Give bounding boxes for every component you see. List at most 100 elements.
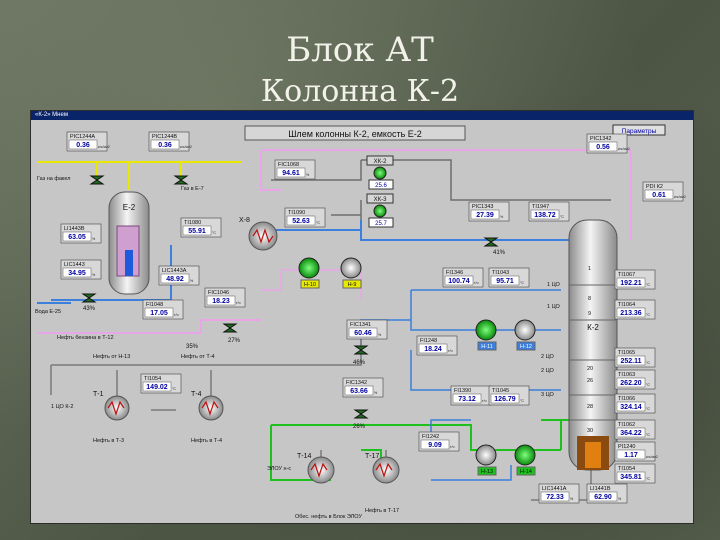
stream-label: Газ на факел (37, 176, 70, 182)
instrument-value: 63.05 (68, 234, 86, 241)
instrument-pic1244b[interactable]: PIC1244B 0.36 кгс/см2 (148, 131, 192, 152)
instrument-ti1043[interactable]: TI1043 95.71 °C (488, 267, 530, 288)
instrument-fi1242[interactable]: FI1242 9.09 т/ч (418, 431, 460, 452)
pump-n9[interactable]: Н-9 (340, 257, 362, 289)
xk2-value: 25.6 (375, 183, 387, 189)
instrument-value: 48.92 (166, 276, 184, 283)
instrument-pic1342[interactable]: PIC1342 0.56 кгс/см2 (586, 133, 630, 154)
vessel-e2[interactable]: Е-2 (108, 191, 150, 295)
instrument-tag: PDI К2 (646, 184, 663, 190)
instrument-fi1248[interactable]: FI1248 18.24 т/ч (416, 335, 458, 356)
instrument-value: 63.66 (350, 388, 368, 395)
instrument-value: 192.21 (620, 280, 642, 287)
valve[interactable] (483, 237, 499, 247)
valve[interactable] (89, 175, 105, 185)
instrument-tag: FIC1046 (208, 290, 229, 296)
exchanger-x8[interactable]: Х-8 (239, 217, 278, 251)
instrument-value: 55.91 (188, 228, 206, 235)
pump-n9-label: Н-9 (348, 282, 357, 288)
instrument-pdi1k2[interactable]: PDI К2 0.61 кгс/см2 (642, 181, 686, 202)
scada-window[interactable]: «К-2» Мнем Шлем колонны К-2, емкость Е-2… (30, 110, 694, 524)
instrument-tag: PI1240 (618, 444, 635, 450)
instrument-lic1443[interactable]: LIC144334.95% (60, 259, 102, 280)
slide-title: Блок АТ (286, 30, 434, 70)
instrument-ti1054[interactable]: TI1054 149.02 °C (140, 373, 182, 394)
instrument-ti1947[interactable]: TI1947 138.72 °C (528, 201, 570, 222)
xk3-value: 25.7 (375, 221, 387, 227)
instrument-fic1068[interactable]: FIC106894.61% (274, 159, 316, 180)
instrument-ti1066[interactable]: TI1066 324.14 °C (614, 393, 656, 414)
instrument-value: 17.05 (150, 310, 168, 317)
tray-number: 1 (588, 266, 591, 272)
instrument-value: 324.14 (620, 404, 642, 411)
instrument-tag: TI1947 (532, 204, 549, 210)
exchanger-t4-label: Т-4 (191, 391, 202, 398)
exchanger-t1[interactable]: Т-1 (93, 391, 130, 421)
valve-position: 43% (83, 306, 96, 312)
instrument-tag: LIC1443 (64, 262, 85, 268)
stream-label: ЭЛОУ н-с (267, 466, 291, 472)
instrument-unit: °C (172, 387, 176, 391)
valve[interactable] (173, 175, 189, 185)
instrument-lic1441a[interactable]: LIC1441A72.33% (538, 483, 580, 504)
instrument-ti1067[interactable]: TI1067 192.21 °C (614, 269, 656, 290)
column-k2[interactable]: К-2 1 8 9 20 26 28 30 (568, 219, 618, 471)
stream-label: Газ в Е-7 (181, 186, 204, 192)
instrument-lic1443a[interactable]: LIC1443A48.92% (158, 265, 200, 286)
instrument-tag: PIC1244B (152, 134, 177, 140)
instrument-value: 126.79 (494, 396, 516, 403)
instrument-fi1048[interactable]: FI1048 17.05 т/ч (142, 299, 184, 320)
exchanger-t4[interactable]: Т-4 (191, 391, 224, 421)
instrument-ti1090[interactable]: TI1090 52.63 °C (284, 207, 326, 228)
instrument-ti1062[interactable]: TI1062 364.22 °C (614, 419, 656, 440)
instrument-unit: °C (316, 221, 320, 225)
instrument-fi1390[interactable]: FI1390 73.12 т/ч (450, 385, 492, 406)
pump-n11[interactable]: Н-11 (475, 319, 497, 351)
instrument-pic1244a[interactable]: PIC1244A 0.36 кгс/см2 (66, 131, 110, 152)
pump-n13[interactable]: Н-13 (475, 444, 497, 476)
tray-number: 9 (588, 311, 591, 317)
pump-n10[interactable]: Н-10 (298, 257, 320, 289)
instrument-pi1240[interactable]: PI1240 1.17 кгс/см2 (614, 441, 658, 462)
exchanger-t14[interactable]: Т-14 (297, 453, 335, 484)
instrument-fic1341[interactable]: FIC134160.46% (346, 319, 388, 340)
valve[interactable] (81, 293, 97, 303)
window-title-bar[interactable]: «К-2» Мнем (31, 111, 693, 120)
tray-number: 20 (587, 366, 593, 372)
pump-n14[interactable]: Н-14 (514, 444, 536, 476)
air-cooler-xk3[interactable]: ХК-3 25.7 (366, 193, 394, 228)
instrument-fi1346[interactable]: FI1346 100.74 т/ч (442, 267, 484, 288)
instrument-ti1064[interactable]: TI1064 213.36 °C (614, 299, 656, 320)
instrument-ti1080[interactable]: TI1080 55.91 °C (180, 217, 222, 238)
pump-n12[interactable]: Н-12 (514, 319, 536, 351)
instrument-li1441b[interactable]: LI1441B62.90% (586, 483, 628, 504)
instrument-fic1046[interactable]: FIC1046 18.23 т/ч (204, 287, 246, 308)
valve[interactable] (353, 409, 369, 419)
instrument-value: 138.72 (534, 212, 556, 219)
instrument-unit: °C (560, 215, 564, 219)
instrument-ti1065[interactable]: TI1065 252.11 °C (614, 347, 656, 368)
valve[interactable] (222, 323, 238, 333)
instrument-unit: °C (646, 361, 650, 365)
valve-position: 41% (493, 250, 506, 256)
instrument-li1443b[interactable]: LI1443B63.05% (60, 223, 102, 244)
instrument-tag: LIC1443A (162, 268, 187, 274)
tray-number: 30 (587, 428, 593, 434)
instrument-tag: LI1441B (590, 486, 611, 492)
stream-label: Нефть в Т-17 (365, 508, 399, 514)
instrument-ti1045[interactable]: TI1045 126.79 °C (488, 385, 530, 406)
instrument-fic1342[interactable]: FIC134263.66% (342, 377, 384, 398)
instrument-ti1063[interactable]: TI1063 262.20 °C (614, 369, 656, 390)
instrument-pic1343[interactable]: PIC134327.39% (468, 201, 510, 222)
exchanger-t17[interactable]: Т-17 (365, 453, 400, 484)
valve[interactable] (353, 345, 369, 355)
instrument-ti1054b[interactable]: TI1054 345.81 °C (614, 463, 656, 484)
stream-label: 2 ЦО (541, 354, 555, 360)
instrument-unit: °C (212, 231, 216, 235)
exchanger-t14-label: Т-14 (297, 453, 312, 460)
air-cooler-xk2[interactable]: ХК-2 25.6 (366, 155, 394, 190)
instrument-unit: °C (520, 281, 524, 285)
instrument-tag: FI1390 (454, 388, 471, 394)
tray-number: 8 (588, 296, 591, 302)
instrument-tag: TI1065 (618, 350, 635, 356)
